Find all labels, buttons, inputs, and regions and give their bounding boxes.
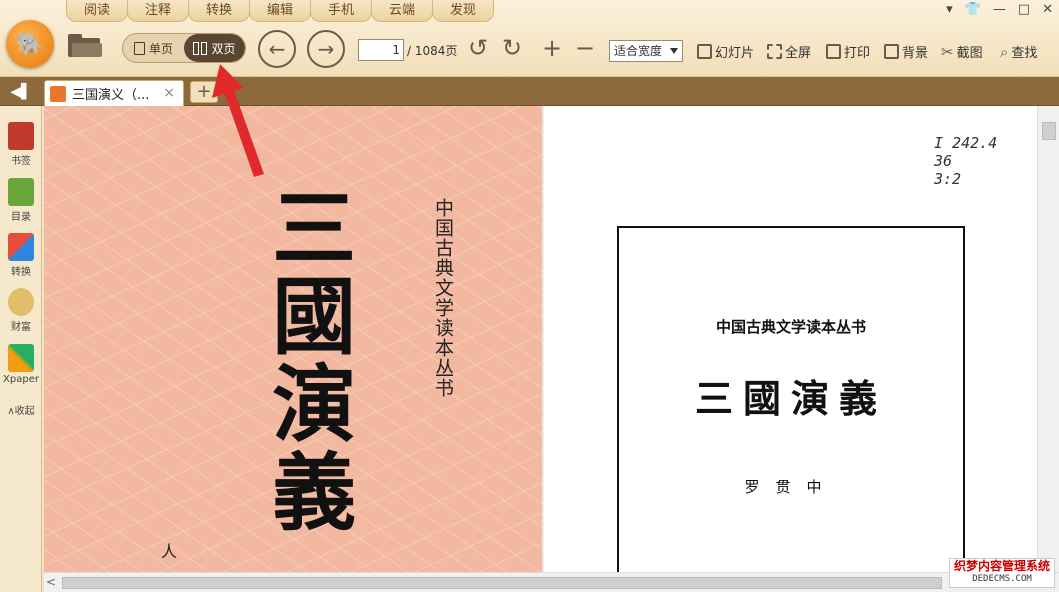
slideshow-icon xyxy=(697,44,712,59)
collapse-sidebar-icon[interactable]: ◀▌ xyxy=(0,77,42,106)
sidebar-item-wealth[interactable]: 财富 xyxy=(0,288,42,333)
cover-series-title: 中国古典文学读本丛书 xyxy=(432,198,454,398)
next-page-button[interactable]: → xyxy=(307,30,345,68)
search-label: 查找 xyxy=(1011,46,1038,61)
single-page-button[interactable]: 单页 xyxy=(123,34,184,62)
zoom-select[interactable]: 适合宽度 xyxy=(609,40,683,62)
xpaper-icon xyxy=(8,344,34,372)
app-logo[interactable]: 🐘 xyxy=(6,20,54,68)
menu-dropdown-icon[interactable]: ▾ xyxy=(946,2,953,17)
horizontal-scrollbar[interactable]: < xyxy=(44,572,1059,592)
document-icon xyxy=(50,85,66,102)
zoom-in-icon[interactable]: + xyxy=(542,36,562,60)
screenshot-label: 截图 xyxy=(956,46,983,61)
menu-tab-edit[interactable]: 编辑 xyxy=(249,0,311,22)
library-mark: I 242.4 36 3:2 xyxy=(934,134,998,188)
title-page-author: 罗贯中 xyxy=(744,478,838,496)
menu-tab-discover[interactable]: 发现 xyxy=(432,0,494,22)
right-page: I 242.4 36 3:2 中国古典文学读本丛书 三國演義 罗贯中 xyxy=(544,106,1037,572)
scroll-left-icon[interactable]: < xyxy=(46,575,56,589)
menu-tab-mobile[interactable]: 手机 xyxy=(310,0,372,22)
open-folder-icon[interactable] xyxy=(68,30,102,58)
fullscreen-button[interactable]: 全屏 xyxy=(767,42,811,61)
menu-tab-annotate[interactable]: 注释 xyxy=(127,0,189,22)
sidebar-item-toc[interactable]: 目录 xyxy=(0,178,42,223)
wealth-icon xyxy=(8,288,34,316)
sidebar-item-label: 书签 xyxy=(11,156,31,167)
fullscreen-label: 全屏 xyxy=(785,46,812,61)
document-tab-bar: ◀▌ 三国演义（... × + xyxy=(0,77,1059,106)
sidebar-item-label: 转换 xyxy=(11,267,31,278)
slideshow-button[interactable]: 幻灯片 xyxy=(697,42,754,61)
single-page-icon xyxy=(133,41,145,55)
sidebar-collapse[interactable]: ∧收起 xyxy=(0,402,42,417)
single-page-label: 单页 xyxy=(148,41,173,56)
left-sidebar: 书签 目录 转换 财富 Xpaper ∧收起 xyxy=(0,106,42,592)
window-controls: ▾ 👕 — □ ✕ xyxy=(946,2,1053,17)
watermark-line2: DEDECMS.COM xyxy=(972,574,1032,584)
menu-tab-cloud[interactable]: 云端 xyxy=(371,0,433,22)
sidebar-item-bookmark[interactable]: 书签 xyxy=(0,122,42,167)
background-label: 背景 xyxy=(902,46,929,61)
sidebar-item-label: 财富 xyxy=(11,322,31,333)
rotate-right-icon[interactable]: ↻ xyxy=(502,36,522,60)
sidebar-item-xpaper[interactable]: Xpaper xyxy=(0,344,42,385)
scissors-icon: ✂ xyxy=(941,42,954,61)
zoom-out-icon[interactable]: − xyxy=(575,36,595,60)
convert-icon xyxy=(8,233,34,261)
document-tab[interactable]: 三国演义（... × xyxy=(44,80,184,106)
top-toolbar: 阅读 注释 转换 编辑 手机 云端 发现 ▾ 👕 — □ ✕ 🐘 单页 双页 ←… xyxy=(0,0,1059,77)
printer-icon xyxy=(826,44,841,59)
prev-page-button[interactable]: ← xyxy=(258,30,296,68)
vertical-scroll-thumb[interactable] xyxy=(1042,122,1056,140)
zoom-select-value: 适合宽度 xyxy=(614,44,663,58)
vertical-scrollbar[interactable] xyxy=(1037,106,1059,572)
bookmark-icon xyxy=(8,122,34,150)
double-page-label: 双页 xyxy=(211,41,236,56)
rotate-left-icon[interactable]: ↺ xyxy=(468,36,488,60)
title-page-frame: 中国古典文学读本丛书 三國演義 罗贯中 xyxy=(617,226,965,572)
skin-icon[interactable]: 👕 xyxy=(965,2,981,17)
total-pages: / 1084页 xyxy=(407,44,458,58)
menu-tabs: 阅读 注释 转换 编辑 手机 云端 发现 xyxy=(66,0,494,22)
left-page: 三國演義 中国古典文学读本丛书 人 xyxy=(44,106,542,572)
background-icon xyxy=(884,44,899,59)
page-number-input[interactable]: 1 xyxy=(358,39,404,61)
menu-tab-read[interactable]: 阅读 xyxy=(66,0,128,22)
fullscreen-icon xyxy=(767,44,782,59)
horizontal-scroll-thumb[interactable] xyxy=(62,577,942,589)
document-tab-title: 三国演义（... xyxy=(72,88,150,103)
print-button[interactable]: 打印 xyxy=(826,42,870,61)
document-viewer: 三國演義 中国古典文学读本丛书 人 I 242.4 36 3:2 中国古典文学读… xyxy=(44,106,1059,592)
maximize-button[interactable]: □ xyxy=(1018,2,1030,17)
cover-publisher-char: 人 xyxy=(161,542,178,561)
sidebar-item-label: 目录 xyxy=(11,212,31,223)
page-view-toggle: 单页 双页 xyxy=(122,33,246,63)
search-icon: ⌕ xyxy=(1000,42,1009,61)
title-page-title: 三國演義 xyxy=(694,376,887,421)
sidebar-item-convert[interactable]: 转换 xyxy=(0,233,42,278)
print-label: 打印 xyxy=(844,46,871,61)
background-button[interactable]: 背景 xyxy=(884,42,928,61)
close-window-button[interactable]: ✕ xyxy=(1042,2,1053,17)
title-page-series: 中国古典文学读本丛书 xyxy=(715,318,866,336)
cover-calligraphy-title: 三國演義 xyxy=(258,184,358,536)
slideshow-label: 幻灯片 xyxy=(715,46,755,61)
watermark: 织梦内容管理系统 DEDECMS.COM xyxy=(948,558,1055,588)
sidebar-item-label: Xpaper xyxy=(3,374,39,385)
screenshot-button[interactable]: ✂ 截图 xyxy=(941,42,983,62)
add-tab-button[interactable]: + xyxy=(190,81,218,103)
toc-icon xyxy=(8,178,34,206)
search-button[interactable]: ⌕ 查找 xyxy=(1000,42,1038,62)
menu-tab-convert[interactable]: 转换 xyxy=(188,0,250,22)
double-page-button[interactable]: 双页 xyxy=(184,34,245,62)
close-tab-icon[interactable]: × xyxy=(163,85,175,101)
double-page-icon xyxy=(193,41,208,55)
minimize-button[interactable]: — xyxy=(993,2,1006,17)
chevron-down-icon xyxy=(670,48,678,54)
watermark-line1: 织梦内容管理系统 xyxy=(953,559,1050,573)
